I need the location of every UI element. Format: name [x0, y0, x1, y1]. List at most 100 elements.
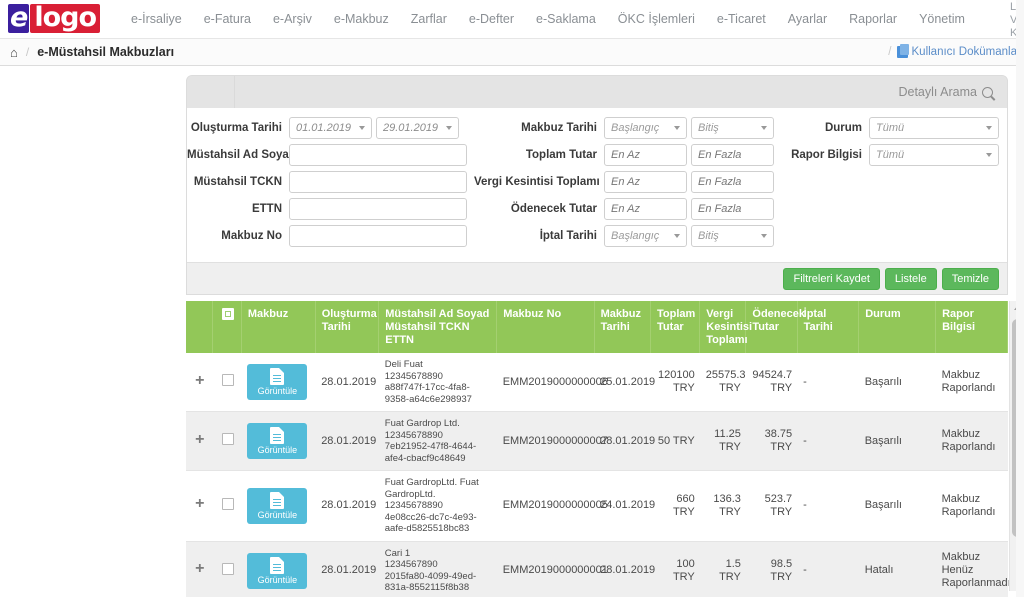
mustahsil-ad-soyad-input[interactable] — [289, 144, 467, 166]
cell-olusturma-tarihi: 28.01.2019 — [315, 411, 379, 471]
olusturma-tarihi-end-input[interactable]: 29.01.2019 — [376, 117, 459, 139]
clear-button[interactable]: Temizle — [941, 267, 999, 290]
view-receipt-button[interactable]: Görüntüle — [247, 423, 308, 459]
nav-item-ayarlar[interactable]: Ayarlar — [777, 6, 838, 32]
detailed-search-toggle[interactable]: Detaylı Arama — [898, 85, 993, 99]
view-receipt-button[interactable]: Görüntüle — [247, 364, 308, 400]
elogo-logo[interactable]: e logo — [8, 4, 100, 33]
document-icon — [896, 44, 909, 58]
user-documents-link[interactable]: Kullanıcı Dokümanları — [912, 46, 1024, 58]
th-iptal-tarihi[interactable]: İptal Tarihi — [797, 301, 860, 353]
filter-column-3: Durum Tümü Rapor Bilgisi Tümü — [779, 117, 1007, 252]
rapor-bilgisi-select[interactable]: Tümü — [869, 144, 999, 166]
plus-icon[interactable]: + — [195, 561, 204, 577]
th-toplam-tutar[interactable]: Toplam Tutar — [650, 301, 701, 353]
party-name: Cari 1 — [384, 547, 411, 559]
row-view-cell[interactable]: Görüntüle — [241, 353, 316, 412]
odenecek-tutar-min-input[interactable] — [604, 198, 687, 220]
party-info: Deli Fuat 12345678890 a88f747f-17cc-4fa8-9… — [385, 359, 492, 405]
th-mustahsil[interactable]: Müstahsil Ad Soyad Müstahsil TCKN ETTN — [378, 301, 498, 353]
row-expand-button[interactable]: + — [186, 470, 213, 542]
list-button[interactable]: Listele — [884, 267, 937, 290]
makbuz-tarihi-end-input[interactable]: Bitiş — [691, 117, 774, 139]
nav-item-e-makbuz[interactable]: e-Makbuz — [323, 6, 400, 32]
toplam-tutar-max-input[interactable] — [691, 144, 774, 166]
filter-row-makbuz-tarihi: Makbuz Tarihi Başlangıç Bitiş — [474, 117, 779, 139]
plus-icon[interactable]: + — [195, 372, 204, 388]
row-checkbox[interactable] — [221, 433, 234, 445]
view-receipt-label: Görüntüle — [257, 386, 298, 396]
chevron-down-icon — [674, 234, 680, 238]
ettn-input[interactable] — [289, 198, 467, 220]
table-row[interactable]: + Görüntüle 28.01.2019 Cari 1 1234567890 2015… — [186, 541, 1011, 597]
filter-row-vergi-kesintisi-toplami: Vergi Kesintisi Toplamı — [474, 171, 779, 193]
view-receipt-button[interactable]: Görüntüle — [247, 552, 308, 589]
mustahsil-tckn-input[interactable] — [289, 171, 467, 193]
row-view-cell[interactable]: Görüntüle — [241, 541, 316, 597]
table-row[interactable]: + Görüntüle 28.01.2019 Deli Fuat 12345678890… — [186, 353, 1008, 412]
party-info: Fuat GardropLtd. Fuat GardropLtd. 1234567… — [385, 477, 492, 535]
makbuz-tarihi-start-input[interactable]: Başlangıç — [604, 117, 687, 139]
table-row[interactable]: + Görüntüle 28.01.2019 Fuat GardropLtd. Fua… — [186, 470, 1008, 542]
save-filters-button[interactable]: Filtreleri Kaydet — [783, 267, 880, 290]
view-receipt-button[interactable]: Görüntüle — [247, 487, 308, 524]
plus-icon[interactable]: + — [195, 496, 204, 512]
row-view-cell[interactable]: Görüntüle — [241, 411, 316, 471]
nav-item-okc-islemleri[interactable]: ÖKC İşlemleri — [607, 6, 706, 32]
plus-icon[interactable]: + — [195, 431, 204, 447]
cell-mustahsil: Deli Fuat 12345678890 a88f747f-17cc-4fa8-9… — [378, 353, 497, 412]
select-all-checkbox[interactable] — [221, 308, 234, 320]
makbuz-no-input[interactable] — [289, 225, 467, 247]
party-info: Cari 1 1234567890 2015fa80-4099-49ed-831a-… — [385, 548, 492, 594]
nav-item-e-saklama[interactable]: e-Saklama — [525, 6, 607, 32]
th-durum[interactable]: Durum — [858, 301, 937, 353]
row-checkbox-cell[interactable] — [212, 541, 242, 597]
cell-rapor-bilgisi: Makbuz Raporlandı — [935, 470, 1008, 542]
page-scrollbar[interactable] — [1016, 0, 1024, 597]
row-checkbox[interactable] — [221, 374, 234, 386]
cell-makbuz-tarihi: 28.01.2019 — [594, 541, 655, 597]
row-expand-button[interactable]: + — [186, 353, 213, 412]
nav-item-e-fatura[interactable]: e-Fatura — [193, 6, 262, 32]
label-durum: Durum — [824, 122, 862, 134]
th-makbuz-tarihi[interactable]: Makbuz Tarihi — [594, 301, 652, 353]
row-checkbox-cell[interactable] — [212, 470, 242, 542]
nav-item-zarflar[interactable]: Zarflar — [400, 6, 458, 32]
row-checkbox-cell[interactable] — [212, 353, 242, 412]
olusturma-tarihi-start-input[interactable]: 01.01.2019 — [289, 117, 372, 139]
toplam-tutar-min-input[interactable] — [604, 144, 687, 166]
nav-item-e-defter[interactable]: e-Defter — [458, 6, 525, 32]
iptal-tarihi-start-input[interactable]: Başlangıç — [604, 225, 687, 247]
nav-item-raporlar[interactable]: Raporlar — [838, 6, 908, 32]
row-checkbox[interactable] — [221, 497, 234, 510]
th-makbuz-no[interactable]: Makbuz No — [496, 301, 595, 353]
nav-item-e-ticaret[interactable]: e-Ticaret — [706, 6, 777, 32]
home-icon[interactable]: ⌂ — [10, 45, 18, 60]
table-header: Makbuz Oluşturma Tarihi Müstahsil Ad Soy… — [186, 301, 1008, 353]
th-olusturma-tarihi[interactable]: Oluşturma Tarihi — [315, 301, 380, 353]
nav-item-e-irsaliye[interactable]: e-İrsaliye — [120, 6, 193, 32]
nav-item-e-arsiv[interactable]: e-Arşiv — [262, 6, 323, 32]
th-makbuz[interactable]: Makbuz — [241, 301, 316, 353]
label-makbuz-tarihi: Makbuz Tarihi — [521, 122, 597, 134]
odenecek-tutar-max-input[interactable] — [691, 198, 774, 220]
th-vergi-kesintisi[interactable]: Vergi Kesintisi Toplamı — [699, 301, 752, 353]
th-odenecek-tutar[interactable]: Ödenecek Tutar — [745, 301, 805, 353]
vergi-kesintisi-max-input[interactable] — [691, 171, 774, 193]
table-row[interactable]: + Görüntüle 28.01.2019 Fuat Gardrop Ltd. 123… — [186, 411, 1008, 471]
row-expand-button[interactable]: + — [186, 541, 213, 597]
th-rapor-bilgisi[interactable]: Rapor Bilgisi — [935, 301, 1008, 353]
iptal-tarihi-end-placeholder: Bitiş — [698, 230, 719, 242]
receipts-table-container: Makbuz Oluşturma Tarihi Müstahsil Ad Soy… — [186, 301, 1024, 597]
cell-iptal-tarihi: - — [797, 353, 859, 412]
durum-select[interactable]: Tümü — [869, 117, 999, 139]
row-checkbox-cell[interactable] — [212, 411, 242, 471]
nav-item-yonetim[interactable]: Yönetim — [908, 6, 976, 32]
party-name: Fuat Gardrop Ltd. — [384, 418, 460, 429]
vergi-kesintisi-min-input[interactable] — [604, 171, 687, 193]
iptal-tarihi-end-input[interactable]: Bitiş — [691, 225, 774, 247]
row-checkbox[interactable] — [221, 562, 234, 575]
row-expand-button[interactable]: + — [186, 411, 213, 471]
row-view-cell[interactable]: Görüntüle — [241, 470, 316, 542]
rapor-bilgisi-selected-value: Tümü — [876, 149, 905, 161]
